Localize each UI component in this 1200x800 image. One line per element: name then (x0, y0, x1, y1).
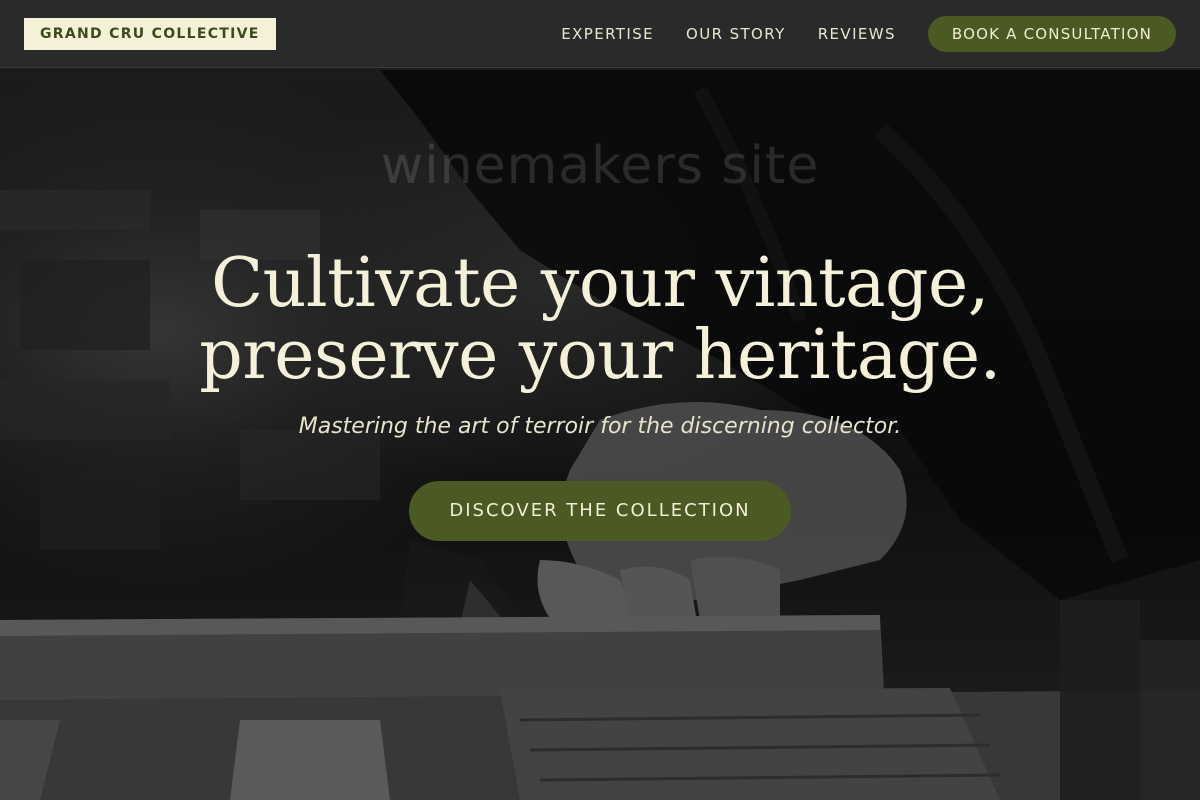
nav-link-expertise[interactable]: EXPERTISE (561, 25, 654, 43)
discover-collection-button[interactable]: DISCOVER THE COLLECTION (409, 481, 791, 541)
hero-headline-line-2: preserve your heritage. (199, 316, 1001, 395)
hero-headline-line-1: Cultivate your vintage, (211, 244, 989, 323)
hero-content: Cultivate your vintage, preserve your he… (0, 248, 1200, 541)
site-header: GRAND CRU COLLECTIVE EXPERTISE OUR STORY… (0, 0, 1200, 68)
book-consultation-button[interactable]: BOOK A CONSULTATION (927, 15, 1176, 52)
nav-link-reviews[interactable]: REVIEWS (818, 25, 896, 43)
nav-link-our-story[interactable]: OUR STORY (686, 25, 786, 43)
main-nav: EXPERTISE OUR STORY REVIEWS BOOK A CONSU… (561, 15, 1176, 52)
site-watermark: winemakers site (380, 136, 820, 196)
hero-headline: Cultivate your vintage, preserve your he… (0, 248, 1200, 392)
site-logo[interactable]: GRAND CRU COLLECTIVE (24, 17, 276, 50)
hero-subheadline: Mastering the art of terroir for the dis… (298, 414, 902, 439)
